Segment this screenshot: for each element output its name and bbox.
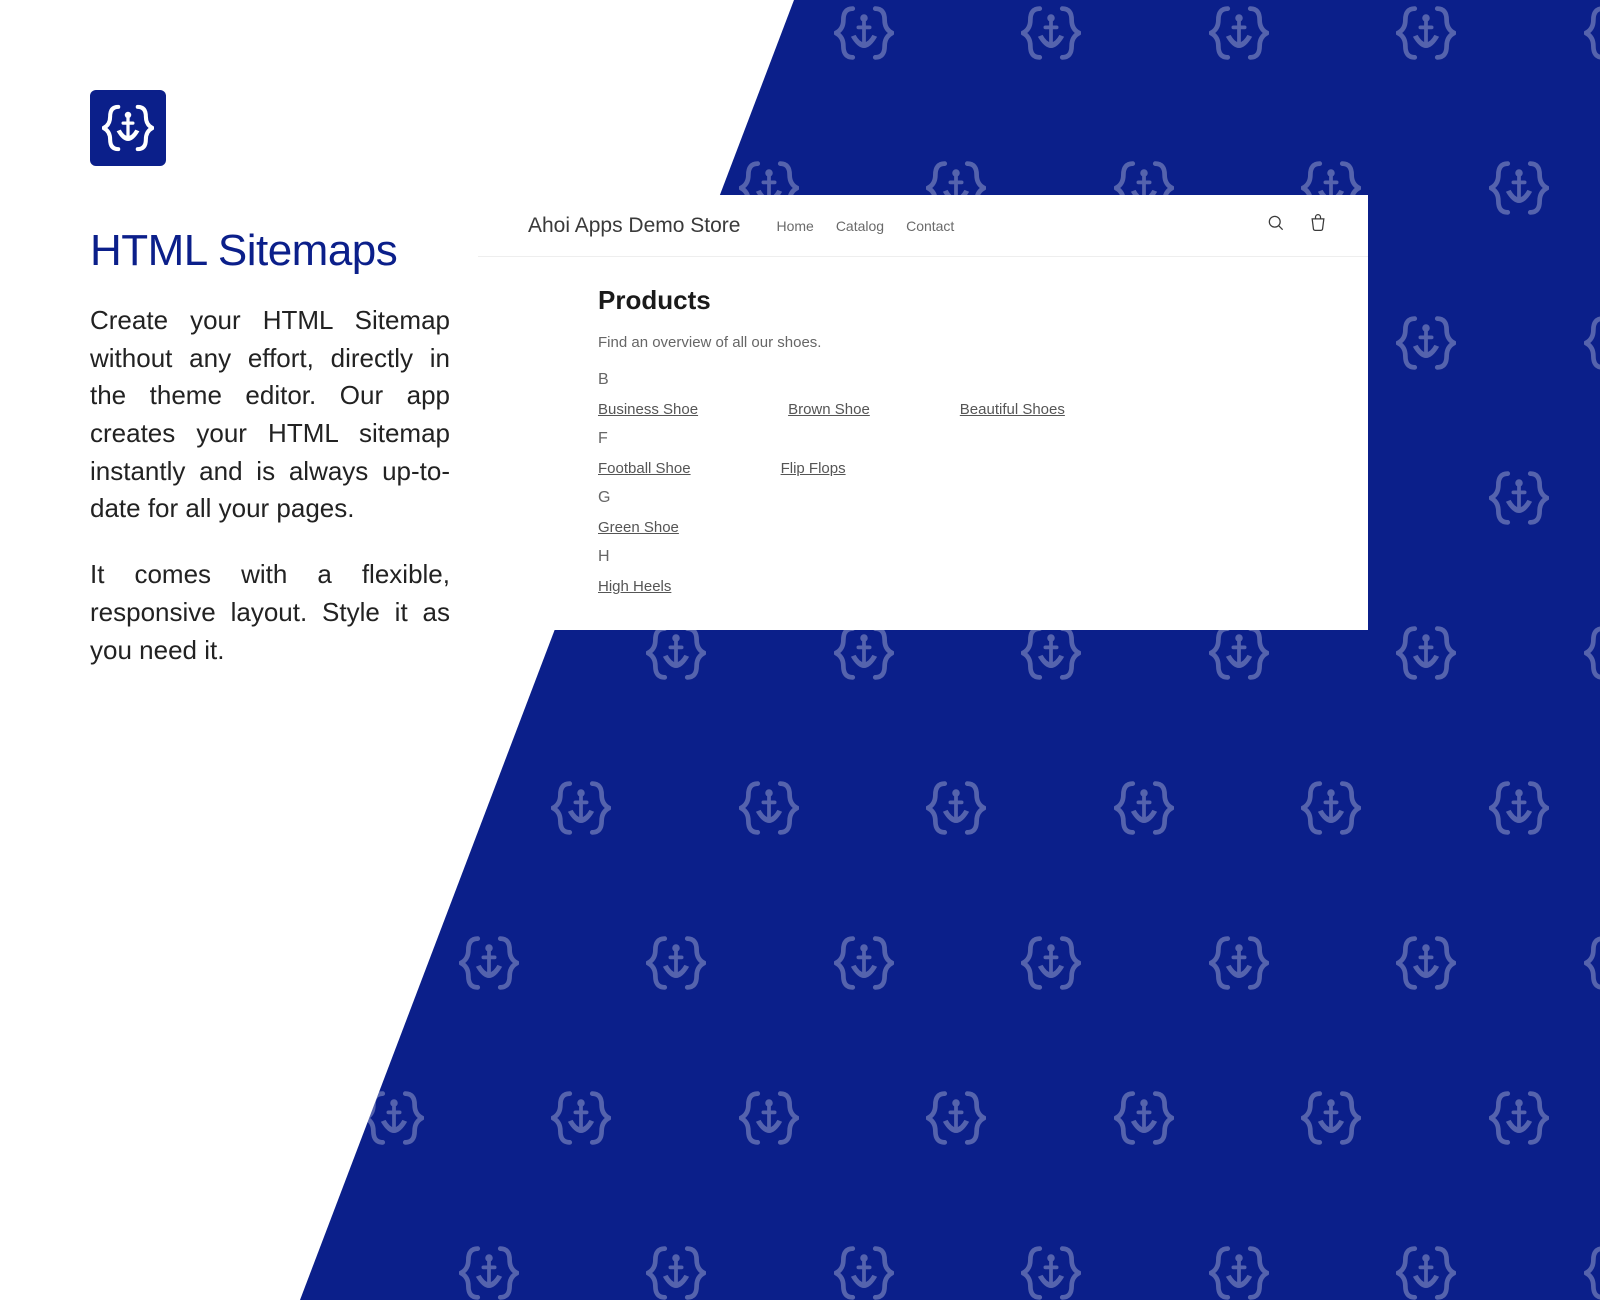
nav-contact[interactable]: Contact [906,218,954,234]
brand-logo [90,90,166,166]
product-link[interactable]: Beautiful Shoes [960,401,1065,418]
group-letter: G [598,489,1368,507]
store-screenshot: Ahoi Apps Demo Store Home Catalog Contac… [478,195,1368,630]
headline: HTML Sitemaps [90,226,450,276]
product-link[interactable]: High Heels [598,578,671,595]
product-link[interactable]: Green Shoe [598,519,679,536]
store-title: Ahoi Apps Demo Store [528,214,740,238]
marketing-panel: HTML Sitemaps Create your HTML Sitemap w… [90,90,450,697]
group-letter: H [598,548,1368,566]
section-heading: Products [598,285,1368,316]
nav-catalog[interactable]: Catalog [836,218,884,234]
store-header: Ahoi Apps Demo Store Home Catalog Contac… [478,195,1368,257]
group-letter: B [598,371,1368,389]
product-link[interactable]: Business Shoe [598,401,698,418]
anchor-brace-icon [102,102,154,154]
store-body: Products Find an overview of all our sho… [478,257,1368,595]
search-icon[interactable] [1266,213,1286,238]
paragraph-2: It comes with a flexible, responsive lay… [90,556,450,669]
nav-home[interactable]: Home [776,218,813,234]
paragraph-1: Create your HTML Sitemap without any eff… [90,302,450,528]
product-link[interactable]: Football Shoe [598,460,691,477]
product-link[interactable]: Brown Shoe [788,401,870,418]
section-subtitle: Find an overview of all our shoes. [598,334,1368,351]
cart-icon[interactable] [1308,213,1328,238]
product-link[interactable]: Flip Flops [781,460,846,477]
store-nav: Home Catalog Contact [776,218,954,234]
group-letter: F [598,430,1368,448]
